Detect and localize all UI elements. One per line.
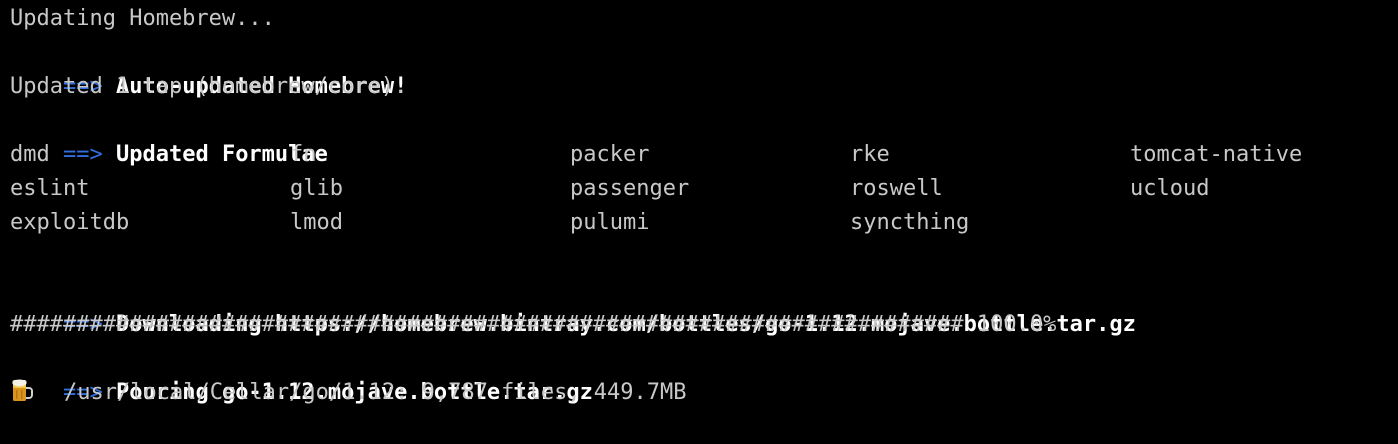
output-updating: Updating Homebrew... (10, 6, 275, 31)
formula-name (1130, 206, 1398, 240)
output-cellar-summary: /usr/local/Cellar/go/1.12: 9,787 files, … (10, 376, 1398, 410)
cellar-summary-text: /usr/local/Cellar/go/1.12: 9,787 files, … (64, 380, 687, 405)
formulae-row: dmd fn packer rke tomcat-native (10, 138, 1398, 172)
terminal-window[interactable]: Updating Homebrew... ==> Auto-updated Ho… (0, 0, 1398, 414)
formula-name: pulumi (570, 210, 650, 235)
formula-name: eslint (10, 176, 90, 201)
formula-name: rke (850, 142, 890, 167)
download-progress-bar: ########################################… (10, 312, 1057, 337)
formula-name: tomcat-native (1130, 142, 1303, 167)
formula-name: dmd (10, 142, 50, 167)
output-downloading: ==> Downloading https://homebrew.bintray… (10, 274, 1398, 337)
output-pouring: ==> Pouring go-1.12.mojave.bottle.tar.gz (10, 342, 1398, 405)
output-updated-formulae-header: ==> Updated Formulae (10, 104, 1398, 167)
output-auto-updated: ==> Auto-updated Homebrew! (10, 36, 1398, 99)
formula-name: ucloud (1130, 176, 1210, 201)
formula-name: passenger (570, 176, 690, 201)
output-updated-tap: Updated 1 tap (homebrew/core). (10, 74, 408, 99)
beer-mug-icon (10, 378, 34, 404)
formula-name: fn (290, 142, 317, 167)
formula-name: glib (290, 176, 343, 201)
formulae-grid: dmd fn packer rke tomcat-native eslint g… (10, 138, 1398, 240)
formula-name: roswell (850, 176, 943, 201)
formulae-row: exploitdb lmod pulumi syncthing (10, 206, 1398, 240)
formula-name: exploitdb (10, 210, 130, 235)
formula-name: syncthing (850, 210, 970, 235)
formulae-row: eslint glib passenger roswell ucloud (10, 172, 1398, 206)
formula-name: lmod (290, 210, 343, 235)
formula-name: packer (570, 142, 650, 167)
